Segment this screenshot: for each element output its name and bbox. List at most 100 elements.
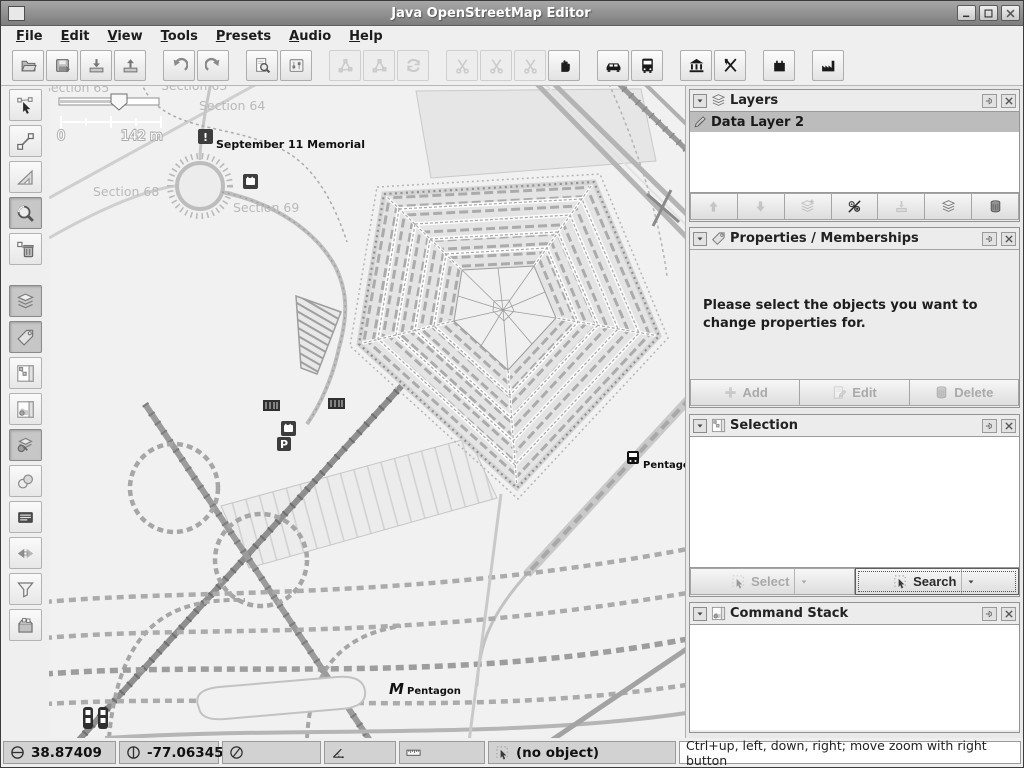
layers-pin-button[interactable] bbox=[982, 94, 997, 108]
scale-min-label: 0 bbox=[57, 129, 65, 144]
measure-tool[interactable] bbox=[9, 161, 42, 193]
title-bar[interactable]: Java OpenStreetMap Editor bbox=[1, 1, 1023, 26]
tv-poi[interactable] bbox=[281, 421, 296, 436]
select-move-tool[interactable] bbox=[9, 89, 42, 121]
bus-preset-button[interactable] bbox=[631, 50, 663, 81]
preferences-button[interactable] bbox=[280, 50, 312, 81]
relations-panel-toggle[interactable] bbox=[9, 465, 42, 497]
edit-label: Edit bbox=[852, 385, 877, 400]
upload-data-button[interactable] bbox=[114, 50, 146, 81]
delete-label: Delete bbox=[954, 385, 993, 400]
heading-field bbox=[222, 741, 321, 764]
delete-layer-button[interactable] bbox=[972, 193, 1019, 220]
minimize-button[interactable] bbox=[957, 5, 976, 21]
conflict-panel-toggle[interactable] bbox=[9, 537, 42, 569]
save-button[interactable] bbox=[46, 50, 78, 81]
metro-ic: M bbox=[389, 680, 404, 698]
parking-poi[interactable]: P bbox=[277, 437, 291, 451]
car-preset-button[interactable] bbox=[597, 50, 629, 81]
properties-collapse-button[interactable] bbox=[693, 232, 707, 246]
menu-edit[interactable]: Edit bbox=[52, 27, 99, 46]
layers-close-button[interactable] bbox=[1001, 94, 1016, 108]
edit-icon bbox=[832, 385, 847, 400]
properties-close-button[interactable] bbox=[1001, 232, 1016, 246]
pan-button[interactable] bbox=[548, 50, 580, 81]
building-poi[interactable] bbox=[263, 400, 280, 411]
update-data-icon bbox=[405, 57, 422, 74]
minimap-panel-toggle[interactable] bbox=[9, 393, 42, 425]
menu-bar: File Edit View Tools Presets Audio Help bbox=[1, 26, 1023, 46]
mappaint-panel-toggle[interactable] bbox=[9, 429, 42, 461]
command-stack-panel: Command Stack bbox=[689, 602, 1020, 733]
command-pin-button[interactable] bbox=[982, 607, 997, 621]
map-canvas[interactable]: 0 142 m Section 65 Section 63 Section 64… bbox=[49, 86, 685, 738]
download-data-button[interactable] bbox=[80, 50, 112, 81]
command-close-button[interactable] bbox=[1001, 607, 1016, 621]
ruler-icon bbox=[406, 745, 421, 760]
filter-panel-toggle[interactable] bbox=[9, 573, 42, 605]
command-collapse-button[interactable] bbox=[693, 607, 707, 621]
section-label: Section 68 bbox=[93, 184, 159, 199]
selection-panel-header: Selection bbox=[690, 415, 1019, 436]
angle-field bbox=[324, 741, 396, 764]
layers-collapse-button[interactable] bbox=[693, 94, 707, 108]
selection-list[interactable] bbox=[690, 436, 1019, 568]
chevron-down-icon bbox=[696, 235, 704, 243]
search-cursor-icon bbox=[893, 574, 908, 589]
map-paint-icon bbox=[16, 436, 35, 455]
tv-poi[interactable] bbox=[243, 174, 258, 189]
layers-panel: Layers Data Layer 2 bbox=[689, 89, 1020, 222]
selection-list-icon bbox=[16, 364, 35, 383]
draw-node-tool[interactable] bbox=[9, 125, 42, 157]
menu-file[interactable]: File bbox=[7, 27, 52, 46]
update-data-button bbox=[397, 50, 429, 81]
layer-row[interactable]: Data Layer 2 bbox=[690, 112, 1019, 132]
selection-panel: Selection Select Search bbox=[689, 414, 1020, 597]
selection-collapse-button[interactable] bbox=[693, 419, 707, 433]
factory-preset-button[interactable] bbox=[812, 50, 844, 81]
map-svg[interactable]: 0 142 m Section 65 Section 63 Section 64… bbox=[49, 86, 685, 738]
undo-button[interactable] bbox=[163, 50, 195, 81]
properties-panel-toggle[interactable] bbox=[9, 321, 42, 353]
merge-nodes-icon bbox=[337, 57, 354, 74]
menu-presets[interactable]: Presets bbox=[207, 27, 280, 46]
latitude-value: 38.87409 bbox=[31, 745, 102, 761]
open-file-button[interactable] bbox=[12, 50, 44, 81]
castle-preset-button[interactable] bbox=[763, 50, 795, 81]
redo-button[interactable] bbox=[197, 50, 229, 81]
zoom-tool[interactable] bbox=[9, 197, 42, 229]
properties-message: Please select the objects you want to ch… bbox=[690, 249, 1019, 379]
selection-panel-toggle[interactable] bbox=[9, 357, 42, 389]
search-dropdown[interactable] bbox=[961, 569, 980, 594]
selection-pin-button[interactable] bbox=[982, 419, 997, 433]
bus-icon bbox=[639, 57, 656, 74]
restaurant-preset-button[interactable] bbox=[714, 50, 746, 81]
pin-icon bbox=[985, 421, 995, 431]
chevron-down-icon bbox=[696, 97, 704, 105]
menu-tools[interactable]: Tools bbox=[152, 27, 207, 46]
notes-panel-toggle[interactable] bbox=[9, 501, 42, 533]
properties-pin-button[interactable] bbox=[982, 232, 997, 246]
changeset-panel-toggle[interactable] bbox=[9, 609, 42, 641]
select-dropdown[interactable] bbox=[794, 569, 813, 594]
toggle-layer-visibility-button[interactable] bbox=[832, 193, 879, 220]
menu-view[interactable]: View bbox=[99, 27, 152, 46]
command-stack-list[interactable] bbox=[690, 624, 1019, 730]
search-button[interactable] bbox=[246, 50, 278, 81]
factory-icon bbox=[820, 57, 837, 74]
close-button[interactable] bbox=[1001, 5, 1020, 21]
layers-panel-toggle[interactable] bbox=[9, 285, 42, 317]
maximize-button[interactable] bbox=[979, 5, 998, 21]
delete-tool[interactable] bbox=[9, 233, 42, 265]
selection-close-button[interactable] bbox=[1001, 419, 1016, 433]
menu-audio[interactable]: Audio bbox=[280, 27, 340, 46]
layers-list[interactable]: Data Layer 2 bbox=[690, 111, 1019, 193]
filter-icon bbox=[16, 580, 35, 599]
duplicate-layer-button[interactable] bbox=[925, 193, 972, 220]
undo-icon bbox=[171, 57, 188, 74]
menu-help[interactable]: Help bbox=[340, 27, 391, 46]
search-button-panel[interactable]: Search bbox=[855, 568, 1020, 595]
move-layer-down-button bbox=[738, 193, 785, 220]
building-poi[interactable] bbox=[328, 398, 345, 409]
bank-preset-button[interactable] bbox=[680, 50, 712, 81]
